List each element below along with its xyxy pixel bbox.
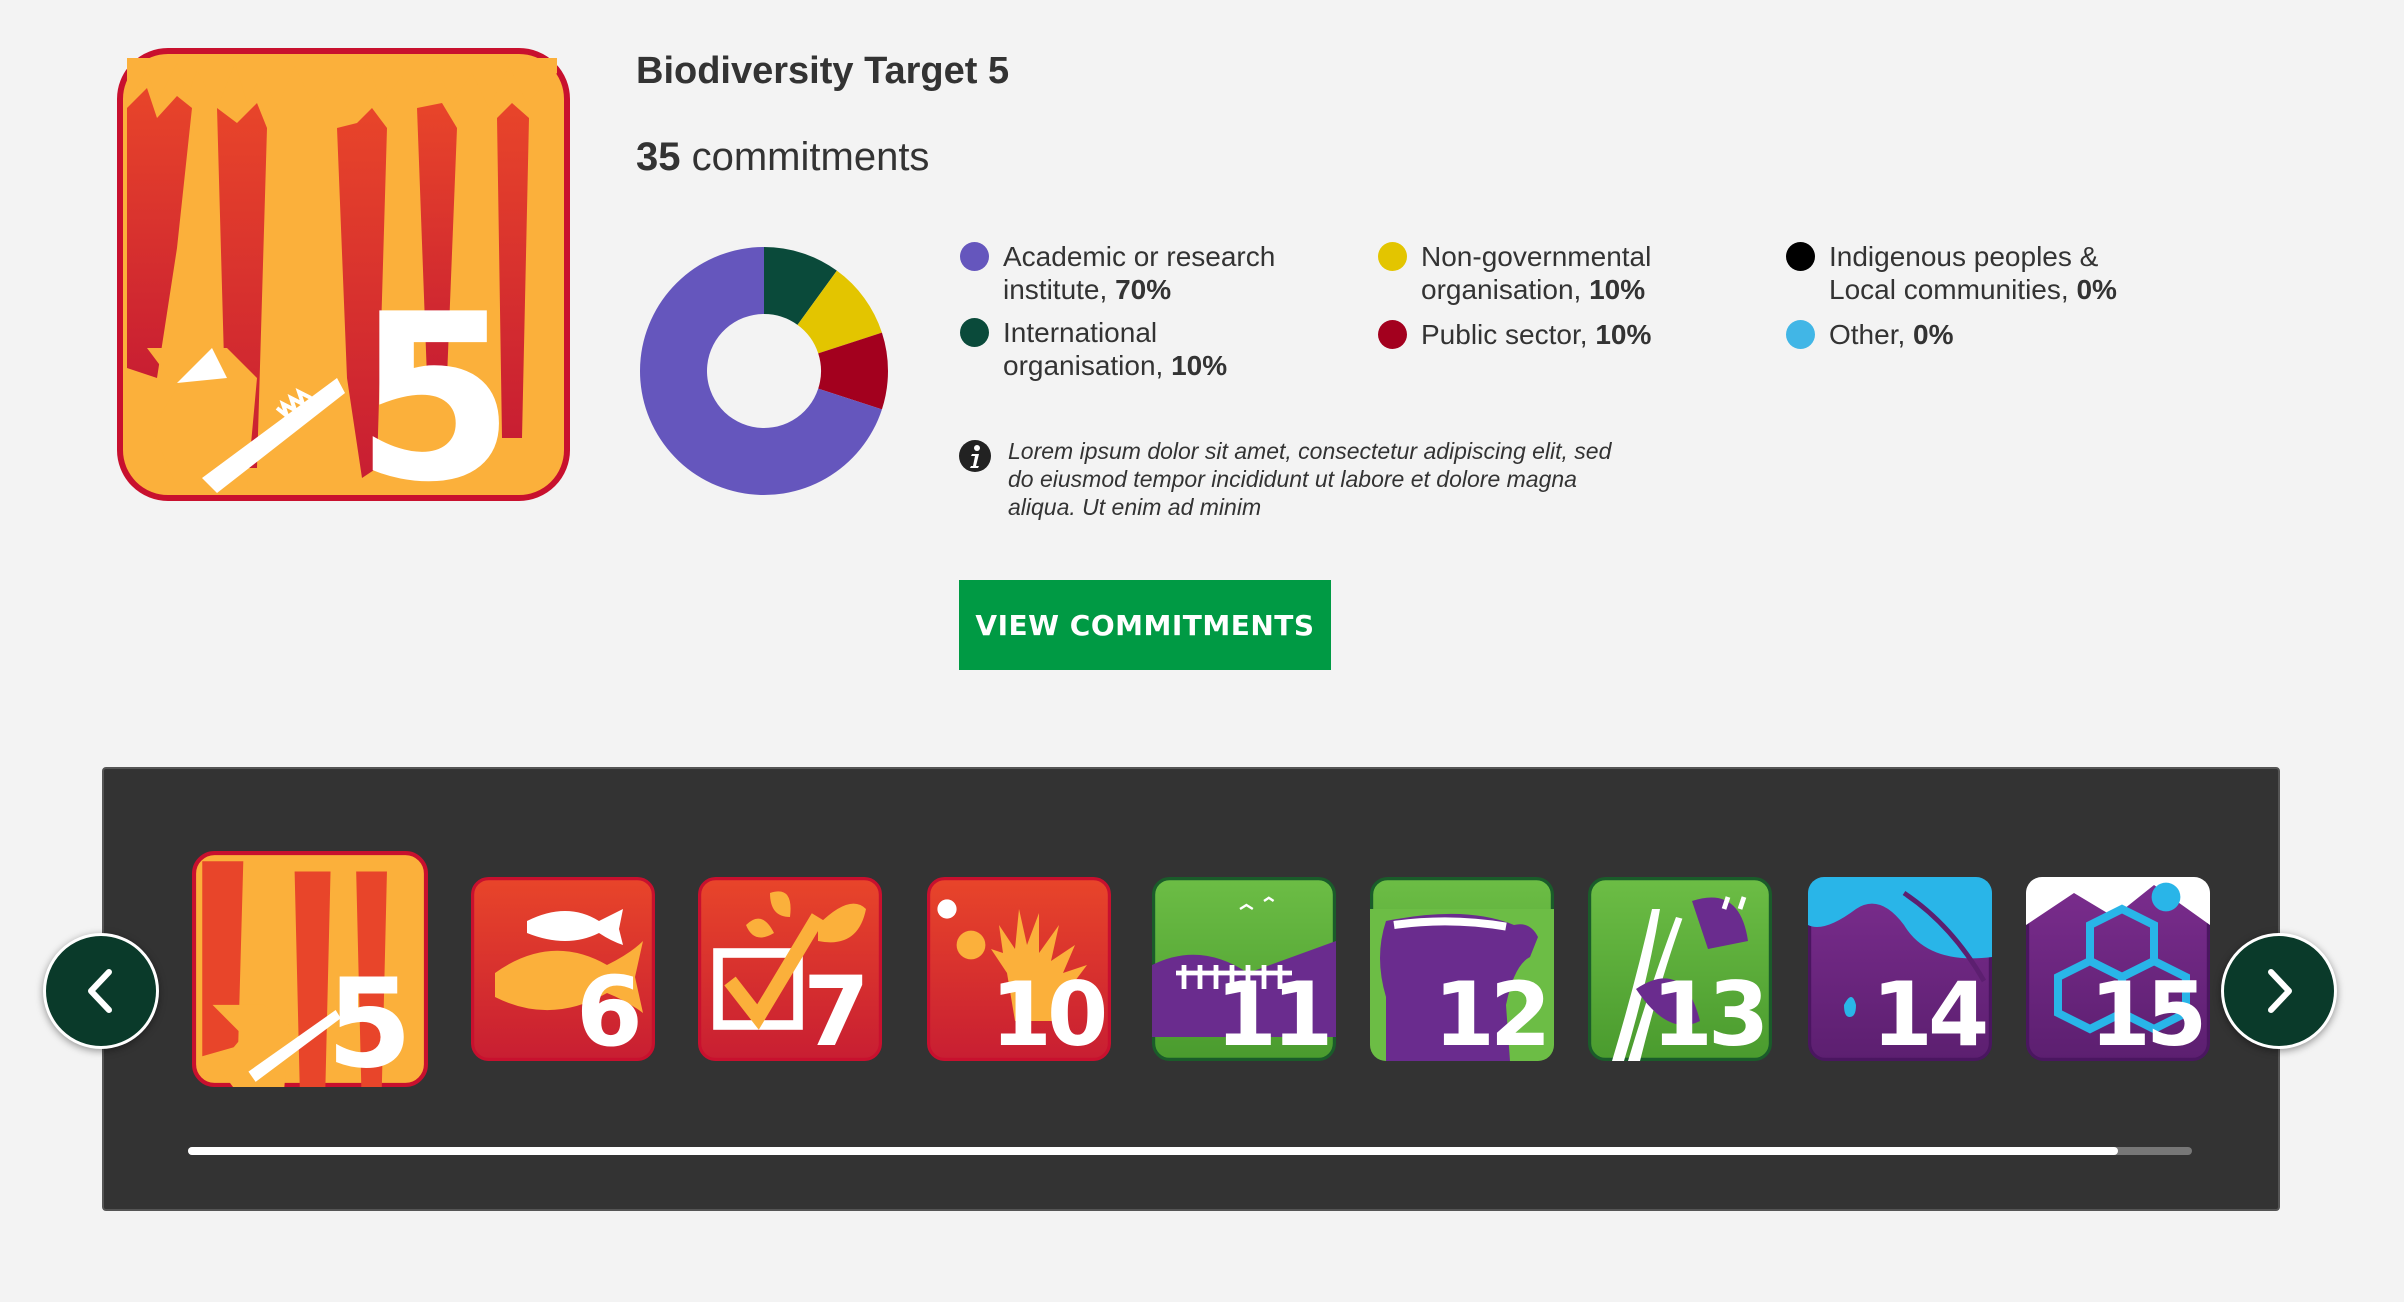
target-carousel: 5 6 7 10 11 12 13 14 15 — [102, 767, 2280, 1211]
legend-percent: 10% — [1595, 319, 1652, 350]
legend-percent: 10% — [1171, 350, 1228, 381]
carousel-target-number: 6 — [576, 956, 638, 1061]
chevron-left-icon — [88, 969, 112, 1013]
commitment-count-label: commitments — [680, 135, 930, 179]
legend-percent: 70% — [1115, 274, 1172, 305]
endangered-species-icon: 12 — [1370, 877, 1554, 1061]
legend-item: Indigenous peoples & Local communities, … — [1786, 240, 2117, 306]
carousel-target-number: 11 — [1216, 963, 1329, 1061]
carousel-target-number: 14 — [1872, 963, 1986, 1061]
genetic-diversity-icon: 13 — [1588, 877, 1772, 1061]
svg-text:5: 5 — [355, 266, 515, 501]
legend-item: Non-governmental organisation, 10% — [1378, 240, 1651, 306]
carousel-target-12[interactable]: 12 — [1370, 877, 1554, 1061]
carousel-target-number: 12 — [1434, 963, 1547, 1061]
legend-label: Public sector, 10% — [1421, 319, 1652, 350]
legend-label: Academic or research institute, 70% — [1003, 241, 1276, 305]
legend-swatch — [960, 318, 989, 347]
ecosystem-services-icon: 14 — [1808, 877, 1992, 1061]
carousel-prev-button[interactable] — [43, 933, 159, 1049]
protected-areas-icon: 11 — [1152, 877, 1336, 1061]
chevron-right-icon — [2268, 969, 2292, 1013]
legend-label: Non-governmental organisation, 10% — [1421, 241, 1652, 305]
commitment-donut-chart — [640, 247, 888, 495]
legend-swatch — [1786, 242, 1815, 271]
legend-label: Other, 0% — [1829, 319, 1954, 350]
legend-item: Public sector, 10% — [1378, 318, 1651, 351]
carousel-scroll-thumb[interactable] — [188, 1147, 2118, 1155]
carousel-target-6[interactable]: 6 — [471, 877, 655, 1061]
carousel-target-number: 10 — [991, 963, 1105, 1061]
carousel-target-number: 7 — [803, 956, 865, 1061]
deforestation-icon: 5 — [192, 851, 428, 1087]
carousel-target-10[interactable]: 10 — [927, 877, 1111, 1061]
carousel-target-number: 15 — [2090, 963, 2203, 1061]
legend-swatch — [1378, 242, 1407, 271]
legend-item: International organisation, 10% — [960, 316, 1227, 382]
carousel-target-number: 5 — [327, 953, 407, 1087]
commitment-count: 35 commitments — [636, 135, 929, 180]
carousel-target-13[interactable]: 13 — [1588, 877, 1772, 1061]
legend-item: Other, 0% — [1786, 318, 1954, 351]
legend-item: Academic or research institute, 70% — [960, 240, 1275, 306]
coral-reef-icon: 10 — [927, 877, 1111, 1061]
view-commitments-button[interactable]: VIEW COMMITMENTS — [959, 580, 1331, 670]
legend-percent: 0% — [1913, 319, 1954, 350]
carousel-target-14[interactable]: 14 — [1808, 877, 1992, 1061]
legend-label: International organisation, 10% — [1003, 317, 1228, 381]
legend-percent: 0% — [2076, 274, 2117, 305]
carousel-scrollbar[interactable] — [188, 1147, 2192, 1155]
carousel-target-number: 13 — [1652, 963, 1765, 1061]
carousel-target-5[interactable]: 5 — [192, 851, 428, 1087]
sustainable-agriculture-icon: 7 — [698, 877, 882, 1061]
fish-icon: 6 — [471, 877, 655, 1061]
target-5-icon: 5 — [117, 48, 570, 533]
commitment-count-value: 35 — [636, 135, 681, 179]
carousel-target-15[interactable]: 15 — [2026, 877, 2210, 1061]
info-icon — [959, 440, 991, 472]
legend-swatch — [960, 242, 989, 271]
legend-swatch — [1378, 320, 1407, 349]
legend-percent: 10% — [1589, 274, 1646, 305]
info-text: Lorem ipsum dolor sit amet, consectetur … — [1008, 438, 1612, 520]
carousel-next-button[interactable] — [2221, 933, 2337, 1049]
legend-label: Indigenous peoples & Local communities, … — [1829, 241, 2117, 305]
carousel-target-7[interactable]: 7 — [698, 877, 882, 1061]
ecosystem-resilience-icon: 15 — [2026, 877, 2210, 1061]
page-title: Biodiversity Target 5 — [636, 50, 1010, 92]
info-note: Lorem ipsum dolor sit amet, consectetur … — [958, 437, 1638, 521]
carousel-target-11[interactable]: 11 — [1152, 877, 1336, 1061]
legend-swatch — [1786, 320, 1815, 349]
